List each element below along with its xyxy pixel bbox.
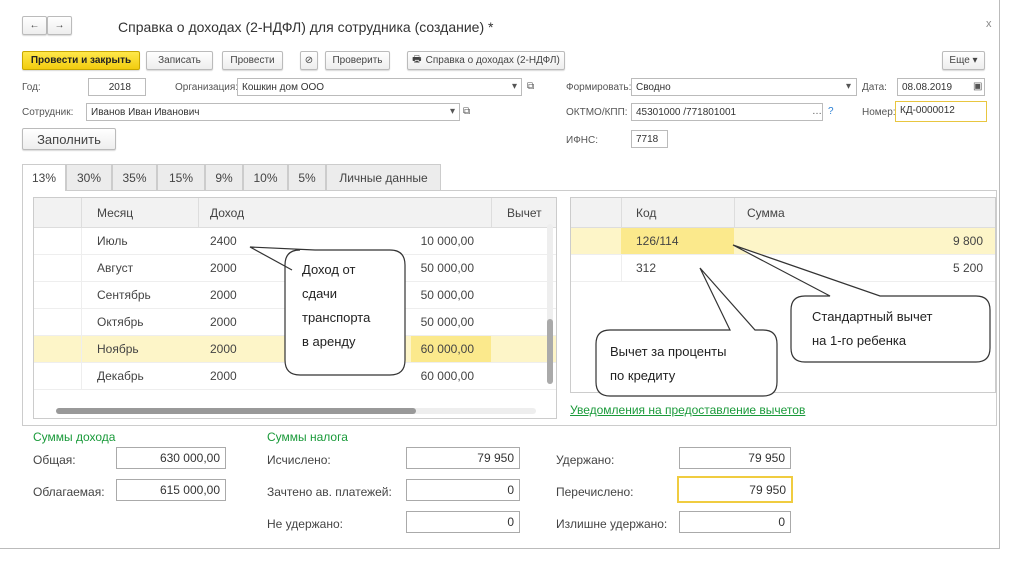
not-withheld-field[interactable]: 0 [406, 511, 520, 533]
callout-line: Вычет за проценты [610, 344, 727, 359]
callout-line: транспорта [302, 310, 371, 325]
not-withheld-label: Не удержано: [267, 517, 343, 531]
taxable-field[interactable]: 615 000,00 [116, 479, 226, 501]
callout-line: в аренду [302, 334, 356, 349]
callout-line: на 1-го ребенка [812, 333, 907, 348]
transferred-field[interactable]: 79 950 [677, 476, 793, 503]
advance-label: Зачтено ав. платежей: [267, 485, 392, 499]
callout-line: Доход от [302, 262, 356, 277]
total-label: Общая: [33, 453, 76, 467]
callout-standard: Стандартный вычет на 1-го ребенка [812, 305, 933, 353]
callout-line: сдачи [302, 286, 338, 301]
withheld-field[interactable]: 79 950 [679, 447, 791, 469]
excess-label: Излишне удержано: [556, 517, 668, 531]
calc-label: Исчислено: [267, 453, 331, 467]
advance-field[interactable]: 0 [406, 479, 520, 501]
income-sums-title: Суммы дохода [33, 430, 116, 444]
tax-sums-title: Суммы налога [267, 430, 348, 444]
total-field[interactable]: 630 000,00 [116, 447, 226, 469]
callout-income: Доход от сдачи транспорта в аренду [302, 258, 370, 354]
taxable-label: Облагаемая: [33, 485, 105, 499]
transferred-label: Перечислено: [556, 485, 634, 499]
callout-line: Стандартный вычет [812, 309, 933, 324]
calc-field[interactable]: 79 950 [406, 447, 520, 469]
excess-field[interactable]: 0 [679, 511, 791, 533]
withheld-label: Удержано: [556, 453, 615, 467]
callout-interest: Вычет за проценты по кредиту [610, 340, 726, 388]
callout-line: по кредиту [610, 368, 676, 383]
